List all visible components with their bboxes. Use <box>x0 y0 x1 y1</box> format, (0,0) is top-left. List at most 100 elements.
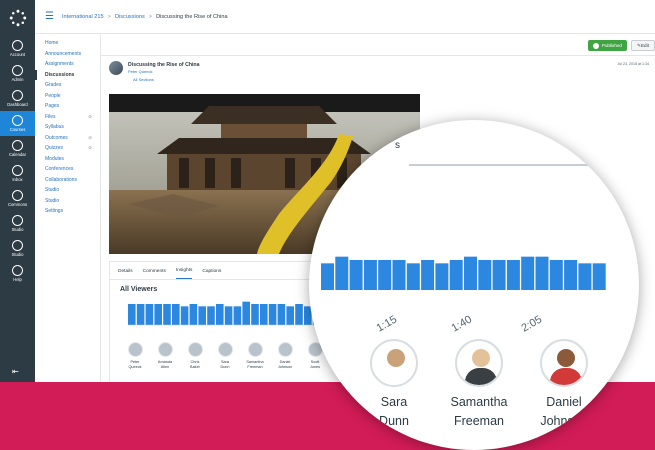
lens-viewer-card[interactable]: Daniel Johnson <box>519 339 609 431</box>
post-author[interactable]: Peter Queeck <box>128 69 152 74</box>
global-nav-help[interactable]: Help <box>0 261 35 286</box>
chart-bar[interactable] <box>564 260 578 290</box>
viewer-name: Samantha Freeman <box>246 360 263 370</box>
dashboard-icon <box>12 90 23 101</box>
chart-bar[interactable] <box>136 304 145 325</box>
chart-bar[interactable] <box>478 260 492 290</box>
course-nav-item-files[interactable]: Files ⊘ <box>35 112 100 123</box>
chart-bar[interactable] <box>224 306 233 325</box>
breadcrumb-section[interactable]: Discussions <box>115 14 145 20</box>
chart-bar[interactable] <box>268 304 277 325</box>
chart-bar[interactable] <box>277 304 286 325</box>
canvas-logo[interactable] <box>0 0 35 36</box>
course-nav-item-outcomes[interactable]: Outcomes ⊘ <box>35 133 100 144</box>
chart-bar[interactable] <box>349 260 363 290</box>
chart-bar[interactable] <box>128 304 136 325</box>
chart-bar[interactable] <box>549 260 563 290</box>
post-title: Discussing the Rise of China <box>128 62 200 68</box>
chart-bar[interactable] <box>216 304 224 325</box>
chart-bar[interactable] <box>286 306 294 325</box>
course-nav-item-discussions[interactable]: Discussions <box>35 69 100 80</box>
global-nav-courses[interactable]: Courses <box>0 111 35 136</box>
chart-bar[interactable] <box>145 304 154 325</box>
chart-bar[interactable] <box>578 263 592 290</box>
published-button[interactable]: Published <box>587 40 627 51</box>
hamburger-menu-icon[interactable]: ☰ <box>45 11 54 22</box>
tab-captions[interactable]: Captions <box>202 269 221 279</box>
lens-viewers-chart[interactable]: 1:15 1:40 2:05 <box>319 250 639 350</box>
tab-insights[interactable]: Insights <box>175 268 193 279</box>
studio-icon <box>12 240 23 251</box>
viewer-card[interactable]: Amanda Allen <box>150 342 180 382</box>
global-nav-calendar[interactable]: Calendar <box>0 136 35 161</box>
lens-divider <box>409 164 639 166</box>
chart-bar[interactable] <box>233 306 242 325</box>
lens-viewer-card[interactable]: Samantha Freeman <box>434 339 524 431</box>
viewer-avatar <box>277 342 293 357</box>
lens-viewer-card[interactable]: Sara Dunn <box>349 339 439 431</box>
course-nav-item-settings[interactable]: Settings <box>35 206 100 217</box>
chart-bar[interactable] <box>392 260 406 290</box>
global-nav-account[interactable]: Account <box>0 36 35 61</box>
course-nav-item-quizzes[interactable]: Quizzes ⊘ <box>35 143 100 154</box>
chart-bar[interactable] <box>242 301 250 325</box>
edit-button[interactable]: ✎ Edit <box>631 40 655 51</box>
chart-bar[interactable] <box>535 256 549 290</box>
chart-bar[interactable] <box>492 260 506 290</box>
chart-bar[interactable] <box>172 304 180 325</box>
chart-bar[interactable] <box>363 260 377 290</box>
chart-bar[interactable] <box>260 304 268 325</box>
chart-bar[interactable] <box>154 304 162 325</box>
breadcrumb-course[interactable]: International 215 <box>62 14 104 20</box>
chart-bar[interactable] <box>180 306 189 325</box>
chart-bar[interactable] <box>189 304 198 325</box>
viewer-card[interactable]: Daniel Johnson <box>270 342 300 382</box>
course-nav-item-assignments[interactable]: Assignments <box>35 59 100 70</box>
course-nav-item-syllabus[interactable]: Syllabus <box>35 122 100 133</box>
course-nav-label: Outcomes <box>45 134 68 141</box>
chart-bar[interactable] <box>506 260 520 290</box>
chart-bar[interactable] <box>295 304 303 325</box>
chart-bar[interactable] <box>521 256 535 290</box>
author-avatar[interactable] <box>109 61 123 75</box>
viewer-name: Sara Dunn <box>220 360 229 370</box>
collapse-nav-icon[interactable]: ⇤ <box>12 367 19 376</box>
course-nav-item-home[interactable]: Home <box>35 38 100 49</box>
course-nav-item-studio[interactable]: Studio <box>35 196 100 207</box>
chart-bar[interactable] <box>198 306 206 325</box>
course-nav-item-modules[interactable]: Modules <box>35 154 100 165</box>
chart-bar[interactable] <box>163 304 171 325</box>
course-nav-item-announcements[interactable]: Announcements <box>35 49 100 60</box>
tab-comments[interactable]: Comments <box>143 269 166 279</box>
course-nav-item-people[interactable]: People <box>35 91 100 102</box>
course-nav-item-pages[interactable]: Pages <box>35 101 100 112</box>
viewer-card[interactable]: Chris Baker <box>180 342 210 382</box>
viewer-avatar <box>157 342 173 357</box>
chart-bar[interactable] <box>449 260 463 290</box>
course-nav-item-grades[interactable]: Grades <box>35 80 100 91</box>
course-nav-item-studio[interactable]: Studio <box>35 185 100 196</box>
chart-bar[interactable] <box>421 260 435 290</box>
chart-bar[interactable] <box>321 263 334 290</box>
course-nav-item-collaborations[interactable]: Collaborations <box>35 175 100 186</box>
chart-bar[interactable] <box>406 263 420 290</box>
chart-bar[interactable] <box>335 256 349 290</box>
chart-bar[interactable] <box>464 256 477 290</box>
global-nav-commons[interactable]: Commons <box>0 186 35 211</box>
global-nav-dashboard[interactable]: Dashboard <box>0 86 35 111</box>
viewer-card[interactable]: Samantha Freeman <box>240 342 270 382</box>
course-nav-item-conferences[interactable]: Conferences <box>35 164 100 175</box>
global-nav-studio[interactable]: Studio <box>0 211 35 236</box>
global-nav-studio[interactable]: Studio <box>0 236 35 261</box>
viewer-card[interactable]: Peter Queeck <box>120 342 150 382</box>
post-section[interactable]: All Sections <box>133 77 154 82</box>
viewer-card[interactable]: Sara Dunn <box>210 342 240 382</box>
chart-bar[interactable] <box>378 260 392 290</box>
chart-bar[interactable] <box>207 306 215 325</box>
chart-bar[interactable] <box>251 304 259 325</box>
chart-bar[interactable] <box>435 263 449 290</box>
chart-bar[interactable] <box>592 263 606 290</box>
global-nav-admin[interactable]: Admin <box>0 61 35 86</box>
tab-details[interactable]: Details <box>118 269 133 279</box>
global-nav-inbox[interactable]: Inbox <box>0 161 35 186</box>
